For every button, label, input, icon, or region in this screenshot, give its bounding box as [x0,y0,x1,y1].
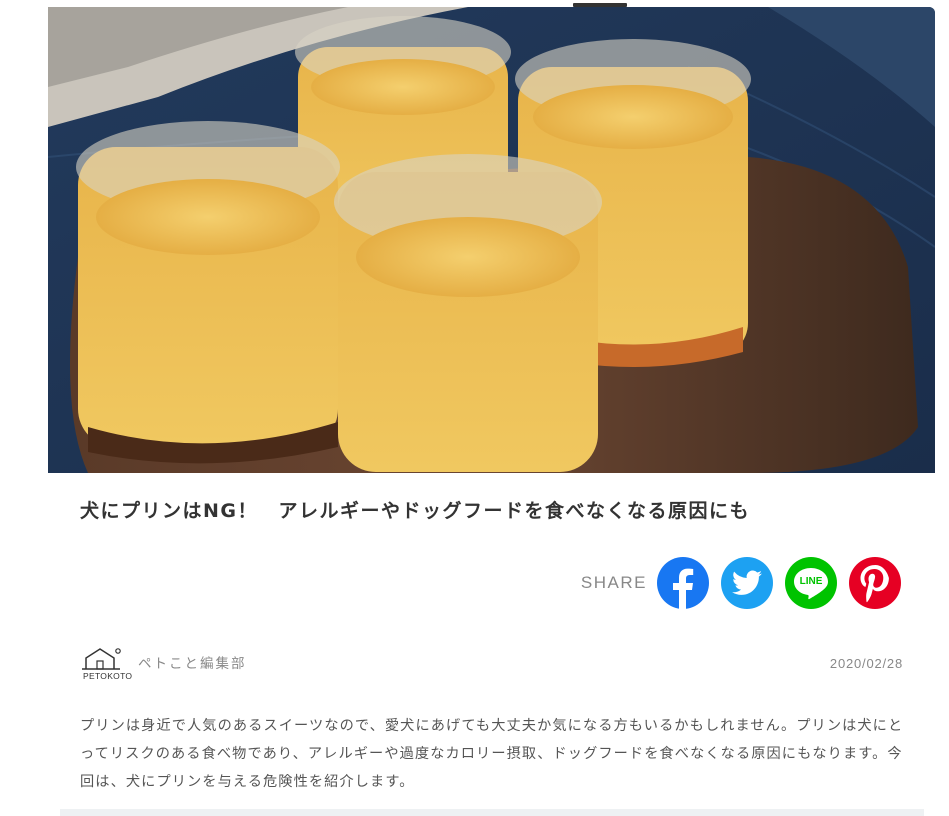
twitter-icon [732,570,762,595]
hero-image [48,7,935,473]
petokoto-logo[interactable]: PETOKOTO [80,645,132,683]
article-title: 犬にプリンはNG！ アレルギーやドッグフードを食べなくなる原因にも [80,500,750,522]
facebook-share-button[interactable] [657,557,709,609]
top-bar [0,0,949,7]
pinterest-icon [860,565,889,603]
pinterest-share-button[interactable] [849,557,901,609]
share-bar: SHARE LINE [581,555,901,611]
logo-text: PETOKOTO [83,671,133,681]
publish-date: 2020/02/28 [829,656,903,671]
facebook-icon [673,568,694,609]
article-intro: プリンは身近で人気のあるスイーツなので、愛犬にあげても大丈夫か気になる方もいるか… [80,718,904,790]
table-of-contents-box [60,809,924,816]
twitter-share-button[interactable] [721,557,773,609]
share-label: SHARE [580,573,647,592]
line-icon-text: LINE [799,575,823,587]
author-info: PETOKOTO ペトこと編集部 [80,645,247,683]
house-icon [82,648,121,670]
line-share-button[interactable]: LINE [785,557,837,609]
author-name[interactable]: ペトこと編集部 [138,652,247,672]
